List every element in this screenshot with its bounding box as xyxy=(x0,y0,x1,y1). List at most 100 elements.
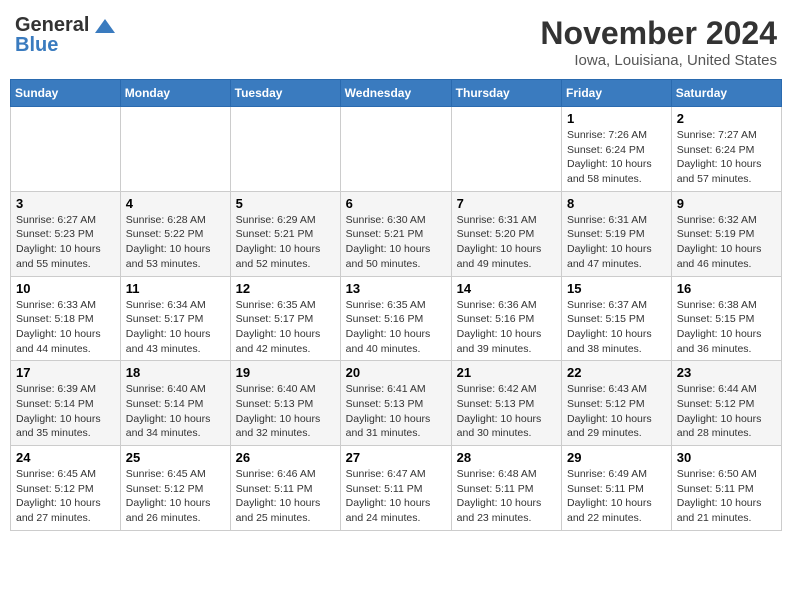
calendar-header: SundayMondayTuesdayWednesdayThursdayFrid… xyxy=(11,80,782,107)
day-number: 18 xyxy=(126,365,225,380)
weekday-header: Friday xyxy=(562,80,672,107)
day-number: 14 xyxy=(457,281,556,296)
day-number: 6 xyxy=(346,196,446,211)
calendar-cell: 26Sunrise: 6:46 AMSunset: 5:11 PMDayligh… xyxy=(230,446,340,531)
day-number: 20 xyxy=(346,365,446,380)
day-number: 7 xyxy=(457,196,556,211)
weekday-header: Thursday xyxy=(451,80,561,107)
day-info: Sunrise: 6:39 AMSunset: 5:14 PMDaylight:… xyxy=(16,382,115,441)
calendar-week-row: 1 Sunrise: 7:26 AMSunset: 6:24 PMDaylight… xyxy=(11,107,782,192)
day-number: 24 xyxy=(16,450,115,465)
day-number: 17 xyxy=(16,365,115,380)
day-info: Sunrise: 6:27 AMSunset: 5:23 PMDaylight:… xyxy=(16,213,115,272)
day-info: Sunrise: 6:31 AMSunset: 5:20 PMDaylight:… xyxy=(457,213,556,272)
day-info: Sunrise: 6:42 AMSunset: 5:13 PMDaylight:… xyxy=(457,382,556,441)
day-number: 8 xyxy=(567,196,666,211)
day-number: 16 xyxy=(677,281,776,296)
calendar-week-row: 24 Sunrise: 6:45 AMSunset: 5:12 PMDayligh… xyxy=(11,446,782,531)
day-number: 29 xyxy=(567,450,666,465)
calendar-cell xyxy=(230,107,340,192)
day-info: Sunrise: 6:45 AMSunset: 5:12 PMDaylight:… xyxy=(126,467,225,526)
day-number: 22 xyxy=(567,365,666,380)
day-number: 12 xyxy=(236,281,335,296)
day-number: 4 xyxy=(126,196,225,211)
day-number: 9 xyxy=(677,196,776,211)
day-number: 26 xyxy=(236,450,335,465)
day-number: 11 xyxy=(126,281,225,296)
logo: General Blue xyxy=(15,15,115,55)
logo-blue: Blue xyxy=(15,35,58,55)
calendar-cell xyxy=(340,107,451,192)
calendar-cell: 14 Sunrise: 6:36 AMSunset: 5:16 PMDayligh… xyxy=(451,276,561,361)
calendar-cell: 15 Sunrise: 6:37 AMSunset: 5:15 PMDayligh… xyxy=(562,276,672,361)
day-info: Sunrise: 6:35 AMSunset: 5:17 PMDaylight:… xyxy=(236,298,335,357)
day-info: Sunrise: 6:29 AMSunset: 5:21 PMDaylight:… xyxy=(236,213,335,272)
day-info: Sunrise: 6:40 AMSunset: 5:13 PMDaylight:… xyxy=(236,382,335,441)
calendar-cell: 6 Sunrise: 6:30 AMSunset: 5:21 PMDaylight… xyxy=(340,191,451,276)
day-info: Sunrise: 6:45 AMSunset: 5:12 PMDaylight:… xyxy=(16,467,115,526)
day-info: Sunrise: 6:38 AMSunset: 5:15 PMDaylight:… xyxy=(677,298,776,357)
day-number: 21 xyxy=(457,365,556,380)
calendar-cell: 3Sunrise: 6:27 AMSunset: 5:23 PMDaylight… xyxy=(11,191,121,276)
calendar-cell: 17 Sunrise: 6:39 AMSunset: 5:14 PMDayligh… xyxy=(11,361,121,446)
day-number: 10 xyxy=(16,281,115,296)
calendar-cell: 12 Sunrise: 6:35 AMSunset: 5:17 PMDayligh… xyxy=(230,276,340,361)
day-info: Sunrise: 6:31 AMSunset: 5:19 PMDaylight:… xyxy=(567,213,666,272)
calendar-cell: 19 Sunrise: 6:40 AMSunset: 5:13 PMDayligh… xyxy=(230,361,340,446)
day-info: Sunrise: 6:47 AMSunset: 5:11 PMDaylight:… xyxy=(346,467,446,526)
calendar: SundayMondayTuesdayWednesdayThursdayFrid… xyxy=(10,79,782,531)
calendar-cell: 8 Sunrise: 6:31 AMSunset: 5:19 PMDaylight… xyxy=(562,191,672,276)
calendar-cell xyxy=(451,107,561,192)
day-info: Sunrise: 6:34 AMSunset: 5:17 PMDaylight:… xyxy=(126,298,225,357)
day-info: Sunrise: 6:28 AMSunset: 5:22 PMDaylight:… xyxy=(126,213,225,272)
day-info: Sunrise: 7:27 AMSunset: 6:24 PMDaylight:… xyxy=(677,128,776,187)
calendar-cell: 24 Sunrise: 6:45 AMSunset: 5:12 PMDayligh… xyxy=(11,446,121,531)
calendar-week-row: 17 Sunrise: 6:39 AMSunset: 5:14 PMDayligh… xyxy=(11,361,782,446)
month-title: November 2024 xyxy=(540,15,777,52)
day-number: 5 xyxy=(236,196,335,211)
day-info: Sunrise: 6:48 AMSunset: 5:11 PMDaylight:… xyxy=(457,467,556,526)
calendar-cell: 28 Sunrise: 6:48 AMSunset: 5:11 PMDayligh… xyxy=(451,446,561,531)
day-number: 19 xyxy=(236,365,335,380)
calendar-cell: 27Sunrise: 6:47 AMSunset: 5:11 PMDayligh… xyxy=(340,446,451,531)
weekday-header-row: SundayMondayTuesdayWednesdayThursdayFrid… xyxy=(11,80,782,107)
calendar-cell: 16 Sunrise: 6:38 AMSunset: 5:15 PMDayligh… xyxy=(671,276,781,361)
day-number: 1 xyxy=(567,111,666,126)
calendar-week-row: 3Sunrise: 6:27 AMSunset: 5:23 PMDaylight… xyxy=(11,191,782,276)
calendar-cell: 25 Sunrise: 6:45 AMSunset: 5:12 PMDayligh… xyxy=(120,446,230,531)
weekday-header: Sunday xyxy=(11,80,121,107)
page-header: General Blue November 2024 Iowa, Louisia… xyxy=(10,10,782,69)
calendar-cell: 20Sunrise: 6:41 AMSunset: 5:13 PMDayligh… xyxy=(340,361,451,446)
day-info: Sunrise: 6:37 AMSunset: 5:15 PMDaylight:… xyxy=(567,298,666,357)
day-number: 25 xyxy=(126,450,225,465)
title-area: November 2024 Iowa, Louisiana, United St… xyxy=(540,15,777,69)
calendar-week-row: 10Sunrise: 6:33 AMSunset: 5:18 PMDayligh… xyxy=(11,276,782,361)
day-number: 2 xyxy=(677,111,776,126)
day-number: 30 xyxy=(677,450,776,465)
calendar-cell xyxy=(11,107,121,192)
weekday-header: Saturday xyxy=(671,80,781,107)
day-info: Sunrise: 7:26 AMSunset: 6:24 PMDaylight:… xyxy=(567,128,666,187)
weekday-header: Monday xyxy=(120,80,230,107)
calendar-cell: 13Sunrise: 6:35 AMSunset: 5:16 PMDayligh… xyxy=(340,276,451,361)
calendar-cell: 10Sunrise: 6:33 AMSunset: 5:18 PMDayligh… xyxy=(11,276,121,361)
calendar-body: 1 Sunrise: 7:26 AMSunset: 6:24 PMDaylight… xyxy=(11,107,782,531)
day-info: Sunrise: 6:35 AMSunset: 5:16 PMDaylight:… xyxy=(346,298,446,357)
day-info: Sunrise: 6:40 AMSunset: 5:14 PMDaylight:… xyxy=(126,382,225,441)
calendar-cell xyxy=(120,107,230,192)
logo-general: General xyxy=(15,14,89,36)
day-info: Sunrise: 6:36 AMSunset: 5:16 PMDaylight:… xyxy=(457,298,556,357)
day-info: Sunrise: 6:49 AMSunset: 5:11 PMDaylight:… xyxy=(567,467,666,526)
weekday-header: Wednesday xyxy=(340,80,451,107)
day-info: Sunrise: 6:30 AMSunset: 5:21 PMDaylight:… xyxy=(346,213,446,272)
day-info: Sunrise: 6:50 AMSunset: 5:11 PMDaylight:… xyxy=(677,467,776,526)
day-number: 15 xyxy=(567,281,666,296)
day-number: 28 xyxy=(457,450,556,465)
calendar-cell: 4 Sunrise: 6:28 AMSunset: 5:22 PMDaylight… xyxy=(120,191,230,276)
day-info: Sunrise: 6:32 AMSunset: 5:19 PMDaylight:… xyxy=(677,213,776,272)
calendar-cell: 21 Sunrise: 6:42 AMSunset: 5:13 PMDayligh… xyxy=(451,361,561,446)
calendar-cell: 29 Sunrise: 6:49 AMSunset: 5:11 PMDayligh… xyxy=(562,446,672,531)
calendar-cell: 18 Sunrise: 6:40 AMSunset: 5:14 PMDayligh… xyxy=(120,361,230,446)
calendar-cell: 22Sunrise: 6:43 AMSunset: 5:12 PMDayligh… xyxy=(562,361,672,446)
calendar-cell: 11 Sunrise: 6:34 AMSunset: 5:17 PMDayligh… xyxy=(120,276,230,361)
